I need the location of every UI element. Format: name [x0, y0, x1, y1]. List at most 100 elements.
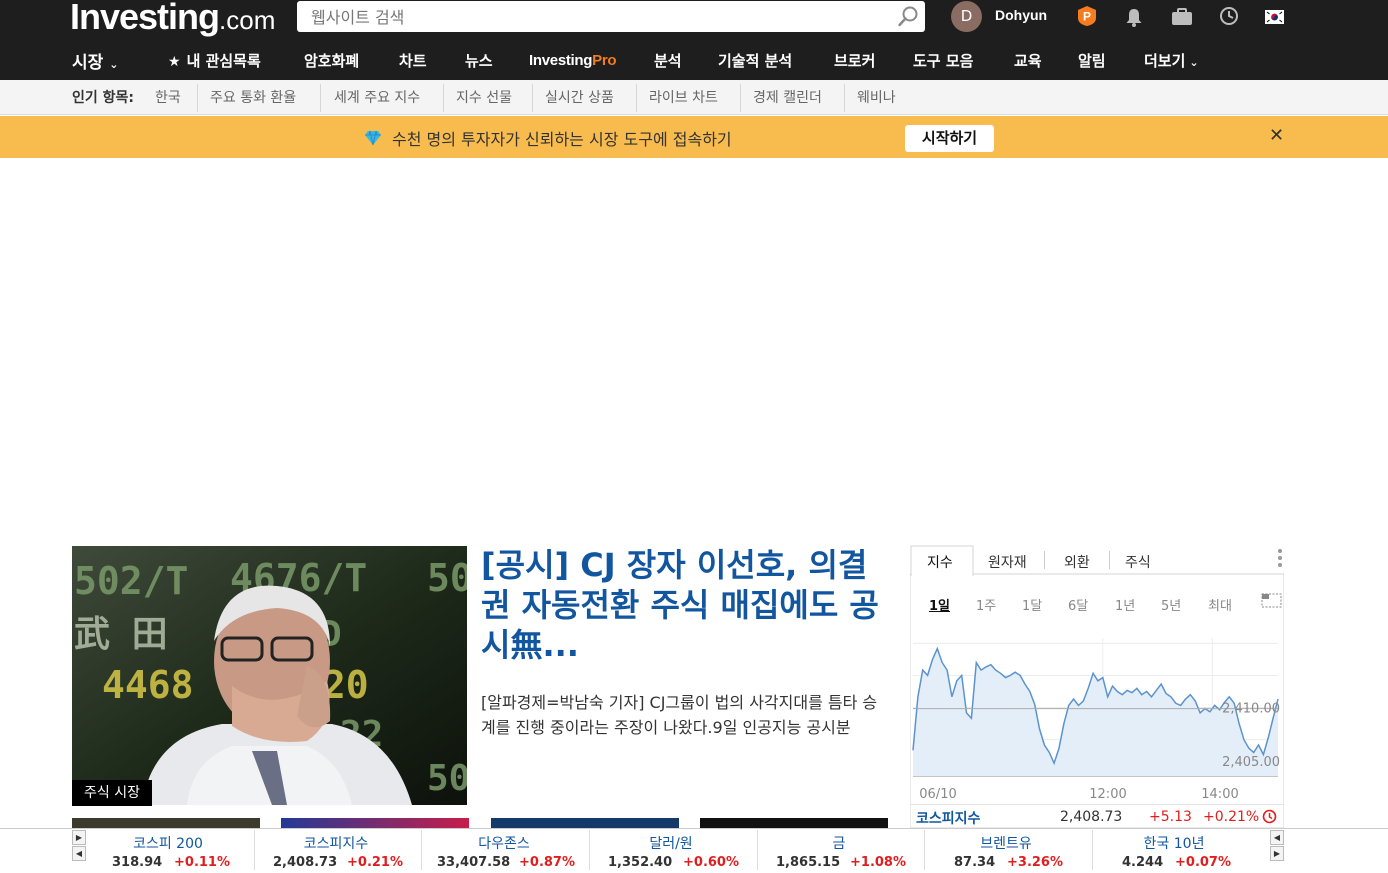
popular-divider — [532, 84, 533, 112]
ticker-item-value: 1,865.15 — [776, 855, 841, 870]
ticker-scroll-right-icon[interactable]: ▶ — [1270, 846, 1284, 861]
range-1w[interactable]: 1주 — [976, 595, 996, 614]
article-image[interactable]: 502/T 4676/T 50 武 田 D 4468 720 22 50 — [72, 546, 467, 805]
ticker-item-name[interactable]: 다우존스 — [478, 833, 530, 853]
chart-x-tick-label: 06/10 — [919, 787, 956, 802]
chevron-down-icon: ⌄ — [109, 58, 119, 71]
ticker-item-name[interactable]: 한국 10년 — [1144, 833, 1205, 853]
widget-row-divider — [910, 804, 1284, 805]
market-clock-icon — [1262, 809, 1277, 828]
widget-row-change: +5.13 — [1149, 809, 1192, 825]
ticker-item-change: +0.87% — [519, 855, 575, 870]
popular-link-korea[interactable]: 한국 — [155, 87, 181, 107]
expand-chart-icon[interactable] — [1261, 593, 1282, 612]
ticker-item-value: 33,407.58 — [437, 855, 511, 870]
popular-link-live-charts[interactable]: 라이브 차트 — [649, 87, 718, 107]
mini-chart: 06/10 12:00 14:00 2,410.00 2,405.00 — [912, 638, 1280, 802]
ticker-item-name[interactable]: 브렌트유 — [980, 833, 1032, 853]
korea-flag-icon[interactable] — [1265, 9, 1284, 28]
popular-divider — [443, 84, 444, 112]
ticker-item-value: 4.244 — [1122, 855, 1164, 870]
ticker-divider — [421, 830, 422, 870]
nav-charts[interactable]: 차트 — [399, 50, 427, 71]
ticker-item-value: 1,352.40 — [608, 855, 673, 870]
chart-x-tick-label: 12:00 — [1089, 787, 1126, 802]
ticker-divider — [589, 830, 590, 870]
avatar[interactable]: D — [951, 1, 982, 32]
popular-divider — [844, 84, 845, 112]
widget-tab-stocks[interactable]: 주식 — [1125, 552, 1151, 572]
nav-education[interactable]: 교육 — [1014, 50, 1042, 71]
popular-label: 인기 항목: — [72, 90, 134, 106]
ticker-item-name[interactable]: 달러/원 — [649, 833, 692, 853]
nav-investingpro[interactable]: InvestingPro — [529, 52, 617, 69]
site-logo[interactable]: Investing.com — [70, 0, 275, 38]
range-max[interactable]: 최대 — [1208, 595, 1232, 614]
range-1d[interactable]: 1일 — [929, 595, 950, 614]
widget-tab-indices[interactable]: 지수 — [927, 552, 953, 572]
nav-news[interactable]: 뉴스 — [465, 50, 493, 71]
search-icon[interactable] — [897, 6, 919, 32]
chart-x-tick-label: 14:00 — [1201, 787, 1238, 802]
nav-markets[interactable]: 시장 ⌄ — [72, 48, 119, 73]
ticker-item-change: +0.60% — [683, 855, 739, 870]
ticker-item-name[interactable]: 코스피 200 — [133, 833, 203, 853]
nav-watchlist[interactable]: ★ 내 관심목록 — [168, 50, 261, 71]
popular-link-commodities[interactable]: 실시간 상품 — [545, 87, 614, 107]
popular-link-world-indices[interactable]: 세계 주요 지수 — [334, 87, 420, 107]
ticker-item-value: 87.34 — [954, 855, 996, 870]
svg-text:P: P — [1083, 10, 1091, 24]
clock-icon[interactable] — [1219, 6, 1239, 30]
ticker-item-change: +0.21% — [347, 855, 403, 870]
bell-icon[interactable] — [1125, 8, 1143, 31]
ticker-scroll-left-icon[interactable]: ▶ — [72, 830, 86, 845]
chart-y-tick-label: 2,410.00 — [1222, 702, 1280, 717]
range-1m[interactable]: 1달 — [1022, 595, 1042, 614]
logo-main: Investing — [70, 0, 220, 37]
widget-tab-fx[interactable]: 외환 — [1064, 552, 1090, 572]
popular-link-fx[interactable]: 주요 통화 환율 — [210, 87, 296, 107]
close-icon[interactable]: ✕ — [1269, 125, 1284, 146]
star-icon: ★ — [168, 54, 181, 70]
more-vertical-icon[interactable] — [1277, 548, 1283, 572]
ticker-scroll-right-icon[interactable]: ◀ — [1270, 830, 1284, 845]
nav-alerts[interactable]: 알림 — [1078, 50, 1106, 71]
board-text: 50 — [427, 556, 467, 600]
nav-markets-label: 시장 — [72, 53, 104, 73]
ticker-divider — [254, 830, 255, 870]
article-headline[interactable]: [공시] CJ 장자 이선호, 의결권 자동전환 주식 매집에도 공시無... — [481, 545, 886, 665]
nav-brokers[interactable]: 브로커 — [834, 50, 875, 71]
nav-crypto[interactable]: 암호화폐 — [304, 50, 359, 71]
logo-suffix: .com — [219, 5, 276, 35]
promo-text: 수천 명의 투자자가 신뢰하는 시장 도구에 접속하기 — [392, 130, 732, 149]
popular-link-calendar[interactable]: 경제 캘린더 — [753, 87, 822, 107]
nav-analysis[interactable]: 분석 — [654, 50, 682, 71]
nav-technical[interactable]: 기술적 분석 — [718, 50, 792, 71]
range-1y[interactable]: 1년 — [1115, 595, 1135, 614]
diamond-icon — [364, 130, 382, 150]
ticker-item-value: 318.94 — [112, 855, 163, 870]
investingpro-icon[interactable]: P — [1077, 5, 1097, 31]
widget-row-name[interactable]: 코스피지수 — [916, 808, 980, 828]
board-text: 502/T — [74, 559, 188, 603]
portfolio-icon[interactable] — [1171, 8, 1193, 30]
popular-link-index-futures[interactable]: 지수 선물 — [456, 87, 512, 107]
summary-fade — [481, 740, 886, 764]
article-category-tag[interactable]: 주식 시장 — [72, 780, 152, 806]
nav-more[interactable]: 더보기 ⌄ — [1144, 50, 1199, 71]
search-box — [297, 1, 925, 32]
range-6m[interactable]: 6달 — [1068, 595, 1088, 614]
ticker-scroll-left-icon[interactable]: ◀ — [72, 846, 86, 861]
popular-link-webinar[interactable]: 웨비나 — [857, 87, 896, 107]
ticker-item-name[interactable]: 코스피지수 — [304, 833, 368, 853]
ticker-item-name[interactable]: 금 — [833, 833, 846, 853]
nav-investingpro-main: Investing — [529, 52, 593, 69]
promo-start-button[interactable]: 시작하기 — [905, 125, 994, 152]
popular-divider — [197, 84, 198, 112]
search-input[interactable] — [309, 6, 893, 28]
nav-tools[interactable]: 도구 모음 — [913, 50, 973, 71]
board-text: 4468 — [102, 663, 194, 707]
range-5y[interactable]: 5년 — [1161, 595, 1181, 614]
username[interactable]: Dohyun — [995, 7, 1047, 23]
widget-tab-commodities[interactable]: 원자재 — [988, 552, 1027, 572]
